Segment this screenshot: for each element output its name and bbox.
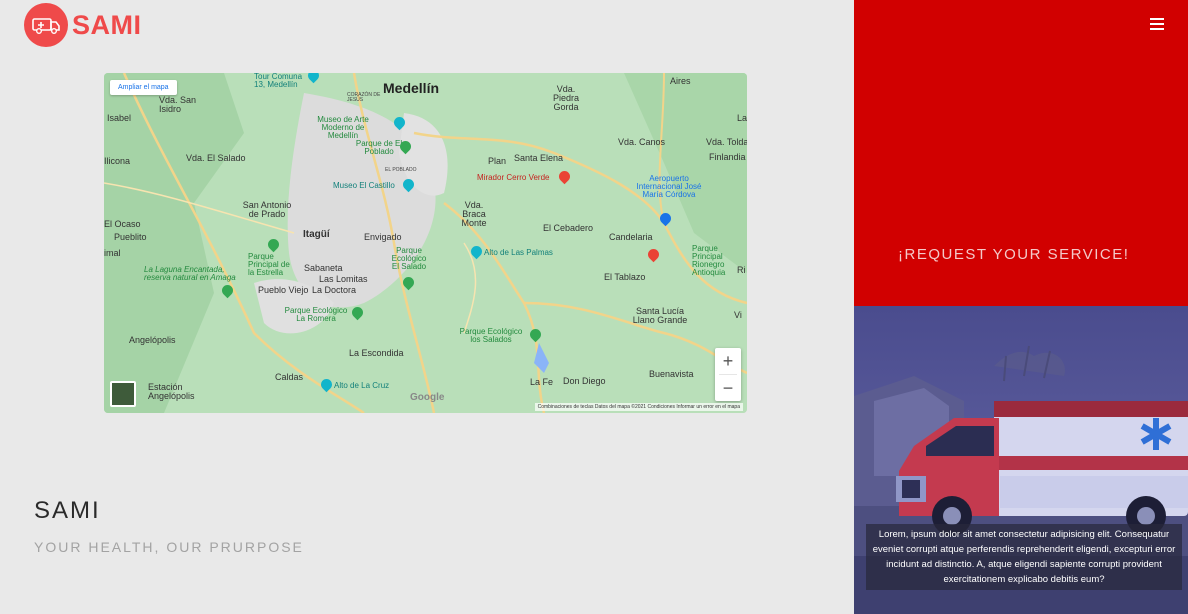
- ambulance-photo: Lorem, ipsum dolor sit amet consectetur …: [854, 306, 1188, 614]
- map-label-imal: imal: [104, 248, 121, 258]
- map-label-finlandia: Finlandia: [709, 152, 746, 162]
- map-label-alto-palmas: Alto de Las Palmas: [484, 248, 553, 257]
- map-label-el-poblado: EL POBLADO: [385, 167, 417, 173]
- map-label-vda-canos: Vda. Canos: [618, 137, 666, 147]
- zoom-controls: + −: [715, 348, 741, 401]
- map-label-medellin: Medellín: [383, 80, 440, 96]
- map-footer-links[interactable]: Combinaciones de teclas Datos del mapa ©…: [534, 403, 743, 411]
- map-label-santa-elena: Santa Elena: [514, 153, 564, 163]
- map-label-el-tablazo: El Tablazo: [604, 272, 646, 282]
- map-label-candelaria: Candelaria: [609, 232, 653, 242]
- map-label-angelopolis: Angelópolis: [129, 335, 176, 345]
- map-label-la: La: [737, 113, 747, 123]
- map-label-caldas: Caldas: [275, 372, 304, 382]
- map-terrain: [104, 73, 747, 413]
- map-label-isabel: Isabel: [107, 113, 132, 123]
- zoom-out-icon[interactable]: −: [715, 375, 741, 401]
- map-label-aeropuerto: Aeropuerto Internacional José María Córd…: [636, 174, 702, 199]
- map-label-ri: Ri: [737, 265, 746, 275]
- map-label-parque-poblado: Parque de El Poblado: [355, 139, 403, 156]
- google-logo: Google: [410, 392, 445, 403]
- map-label-museo-castillo: Museo El Castillo: [333, 181, 395, 190]
- map-label-parque-estrella: Parque Principal de la Estrella: [248, 252, 290, 277]
- map-label-la-doctora: La Doctora: [312, 285, 357, 295]
- zoom-in-icon[interactable]: +: [715, 348, 741, 374]
- menu-icon[interactable]: [1150, 18, 1164, 33]
- map-label-mirador: Mirador Cerro Verde: [477, 173, 550, 182]
- photo-caption: Lorem, ipsum dolor sit amet consectetur …: [866, 524, 1182, 590]
- map-label-las-lomitas: Las Lomitas: [319, 274, 368, 284]
- map-label-el-ocaso: El Ocaso: [104, 219, 141, 229]
- map-label-itagui: Itagüí: [303, 229, 330, 240]
- map-label-pueblito: Pueblito: [114, 232, 147, 242]
- map-label-plan: Plan: [488, 156, 507, 166]
- map-label-vda-braca: Vda. Braca Monte: [461, 200, 487, 228]
- request-panel: ¡REQUEST YOUR SERVICE!: [854, 0, 1188, 306]
- map-label-san-isidro: Vda. San Isidro: [159, 95, 197, 114]
- map-label-san-antonio: San Antonio de Prado: [242, 200, 292, 219]
- map-label-vi: Vi: [734, 310, 742, 320]
- satellite-view-toggle[interactable]: [110, 381, 136, 407]
- map-label-comuna13: Tour Comuna 13, Medellín: [254, 73, 303, 89]
- map-label-estacion-angelopolis: Estación Angelópolis: [148, 382, 195, 401]
- brand-title: SAMI: [34, 497, 101, 524]
- map-label-la-fe: La Fe: [530, 377, 554, 387]
- map-label-piedra-gorda: Vda. Piedra Gorda: [552, 84, 579, 112]
- map-label-el-cebadero: El Cebadero: [543, 223, 594, 233]
- map-label-parque-romera: Parque Ecológico La Romera: [284, 306, 348, 323]
- map-label-vda-salado: Vda. El Salado: [186, 153, 246, 163]
- map-label-parque-salado: Parque Ecológico El Salado: [391, 246, 427, 271]
- map-label-parque-salados: Parque Ecológico los Salados: [459, 327, 523, 344]
- map-label-vda-toldas: Vda. Toldas: [706, 137, 747, 147]
- map-label-laguna: La Laguna Encantada, reserva natural en …: [144, 265, 236, 282]
- map-label-envigado: Envigado: [364, 232, 402, 242]
- map-label-aires: Aires: [670, 76, 691, 86]
- map-label-corazon: CORAZÓN DE JESÚS: [347, 92, 381, 103]
- ambulance-icon: [24, 3, 68, 47]
- map-label-la-escondida: La Escondida: [349, 348, 404, 358]
- embedded-map[interactable]: Ampliar el mapa Medellín Tour Comuna 13,…: [104, 73, 747, 413]
- map-label-don-diego: Don Diego: [563, 376, 606, 386]
- map-label-museo-arte: Museo de Arte Moderno de Medellín: [317, 115, 369, 140]
- map-label-ilicona: Ilicona: [104, 156, 131, 166]
- map-label-alto-cruz: Alto de La Cruz: [334, 381, 390, 390]
- enlarge-map-link[interactable]: Ampliar el mapa: [110, 80, 177, 95]
- logo[interactable]: SAMI: [24, 3, 142, 47]
- map-label-pueblo-viejo: Pueblo Viejo: [258, 285, 309, 295]
- map-label-buenavista: Buenavista: [649, 369, 694, 379]
- request-service-link[interactable]: ¡REQUEST YOUR SERVICE!: [898, 246, 1129, 263]
- map-label-santa-lucia: Santa Lucía Llano Grande: [632, 306, 688, 325]
- logo-text: SAMI: [72, 9, 142, 40]
- map-label-sabaneta: Sabaneta: [304, 263, 343, 273]
- brand-subtitle: YOUR HEALTH, OUR PRURPOSE: [34, 539, 304, 555]
